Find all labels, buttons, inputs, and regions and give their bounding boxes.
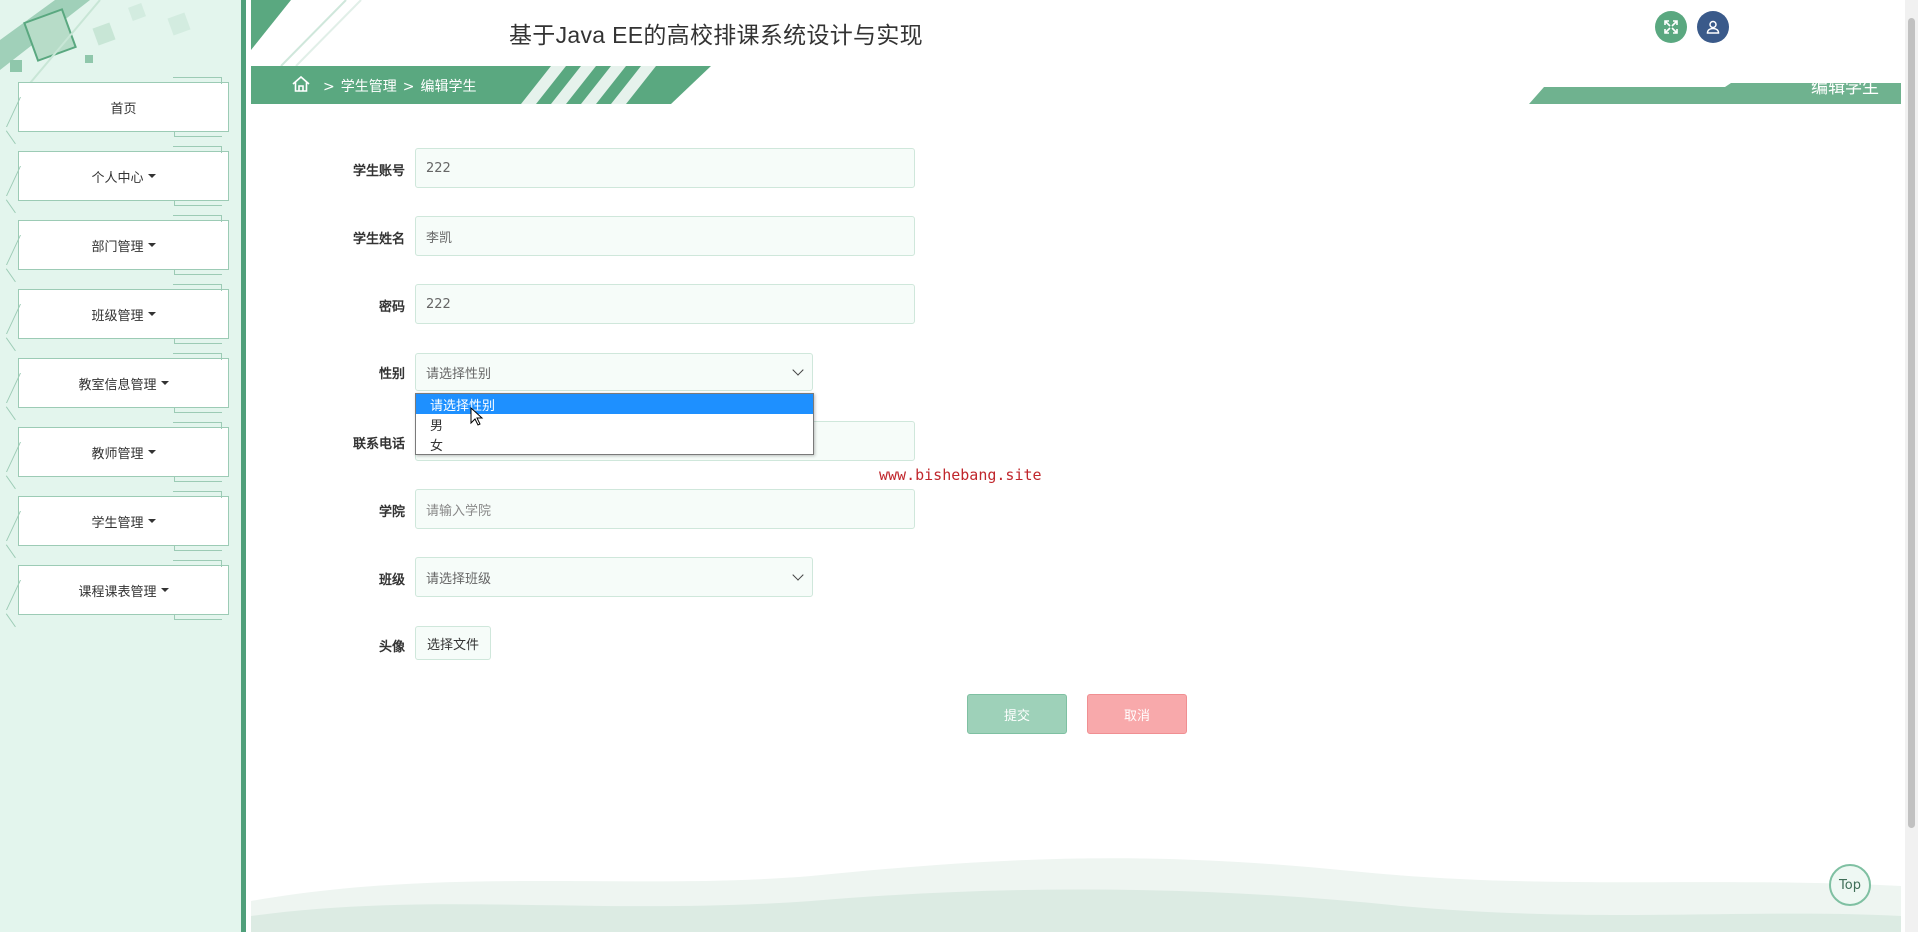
cancel-button[interactable]: 取消	[1087, 694, 1187, 734]
breadcrumb-separator: >	[323, 79, 335, 95]
sidebar-item-label: 课程课表管理	[78, 584, 157, 600]
user-icon	[1706, 20, 1720, 34]
user-button[interactable]	[1697, 11, 1729, 43]
caret-down-icon	[160, 381, 169, 385]
header-decoration	[251, 0, 362, 66]
sidebar-item-label: 部门管理	[91, 239, 144, 255]
sidebar-item-label: 教师管理	[91, 446, 144, 462]
class-select-value: 请选择班级	[426, 571, 492, 587]
sidebar-item-label: 班级管理	[91, 308, 144, 324]
class-label: 班级	[378, 573, 405, 588]
account-label: 学生账号	[352, 164, 405, 179]
breadcrumb-separator: >	[402, 79, 415, 95]
name-input[interactable]: 李凯	[415, 216, 915, 256]
password-label: 密码	[378, 300, 405, 315]
caret-down-icon	[147, 243, 156, 247]
name-row: 学生姓名 李凯	[251, 216, 951, 256]
expand-icon	[1664, 20, 1678, 34]
name-label: 学生姓名	[352, 232, 405, 247]
gender-select[interactable]: 请选择性别	[415, 353, 813, 391]
account-input[interactable]: 222	[415, 148, 915, 188]
fullscreen-button[interactable]	[1655, 11, 1687, 43]
chevron-down-icon	[792, 364, 804, 376]
breadcrumb: > 学生管理 > 编辑学生	[323, 76, 482, 96]
sidebar-item-personal-center[interactable]: 个人中心	[5, 146, 229, 214]
caret-down-icon	[147, 312, 156, 316]
sidebar-item-class[interactable]: 班级管理	[5, 284, 229, 352]
caret-down-icon	[147, 519, 156, 523]
college-input[interactable]: 请输入学院	[415, 489, 915, 529]
gender-row: 性别 请选择性别	[251, 353, 951, 393]
page-title: 编辑学生	[1811, 78, 1879, 98]
gender-select-value: 请选择性别	[426, 366, 492, 382]
sidebar-item-label: 学生管理	[91, 515, 144, 531]
choose-file-button[interactable]: 选择文件	[415, 626, 492, 660]
back-to-top-button[interactable]: Top	[1829, 864, 1871, 906]
class-row: 班级 请选择班级	[251, 557, 951, 597]
home-icon[interactable]	[291, 74, 311, 94]
sidebar-item-home[interactable]: 首页	[5, 77, 229, 145]
avatar-label: 头像	[378, 640, 405, 655]
sidebar-item-label: 个人中心	[91, 170, 144, 186]
watermark: www.bishebang.site	[879, 466, 1042, 484]
gender-label: 性别	[378, 367, 405, 382]
footer-waves	[251, 858, 1901, 932]
breadcrumb-bar: > 学生管理 > 编辑学生 编辑学生	[251, 66, 1901, 104]
account-row: 学生账号 222	[251, 148, 951, 188]
scrollbar-thumb[interactable]	[1908, 18, 1915, 828]
avatar-row: 头像 选择文件	[251, 626, 951, 666]
password-row: 密码 222	[251, 284, 951, 324]
sidebar-item-course-schedule[interactable]: 课程课表管理	[5, 560, 229, 628]
submit-button[interactable]: 提交	[967, 694, 1067, 734]
sidebar-item-classroom[interactable]: 教室信息管理	[5, 353, 229, 421]
sidebar-item-teacher[interactable]: 教师管理	[5, 422, 229, 490]
sidebar-menu: 首页 个人中心 部门管理 班级管理 教室信息管理 教师管理 学生管理 课程课表管…	[5, 77, 229, 634]
sidebar-item-department[interactable]: 部门管理	[5, 215, 229, 283]
college-row: 学院 请输入学院	[251, 489, 951, 529]
breadcrumb-item-student-management[interactable]: 学生管理	[341, 79, 397, 95]
sidebar-decoration	[0, 0, 191, 95]
class-select[interactable]: 请选择班级	[415, 557, 813, 597]
college-label: 学院	[378, 505, 405, 520]
sidebar-item-student[interactable]: 学生管理	[5, 491, 229, 559]
sidebar: 首页 个人中心 部门管理 班级管理 教室信息管理 教师管理 学生管理 课程课表管…	[0, 0, 246, 932]
chevron-down-icon	[792, 569, 804, 581]
app-title: 基于Java EE的高校排课系统设计与实现	[509, 22, 923, 48]
gender-option-female[interactable]: 女	[416, 434, 813, 454]
caret-down-icon	[160, 588, 169, 592]
caret-down-icon	[147, 450, 156, 454]
sidebar-item-label: 教室信息管理	[78, 377, 157, 393]
password-input[interactable]: 222	[415, 284, 915, 324]
phone-label: 联系电话	[352, 437, 405, 452]
mouse-cursor-icon	[470, 407, 484, 426]
top-header: 基于Java EE的高校排课系统设计与实现	[251, 0, 1901, 66]
breadcrumb-item-edit-student: 编辑学生	[420, 79, 477, 95]
sidebar-item-label: 首页	[110, 101, 137, 117]
caret-down-icon	[147, 174, 156, 178]
